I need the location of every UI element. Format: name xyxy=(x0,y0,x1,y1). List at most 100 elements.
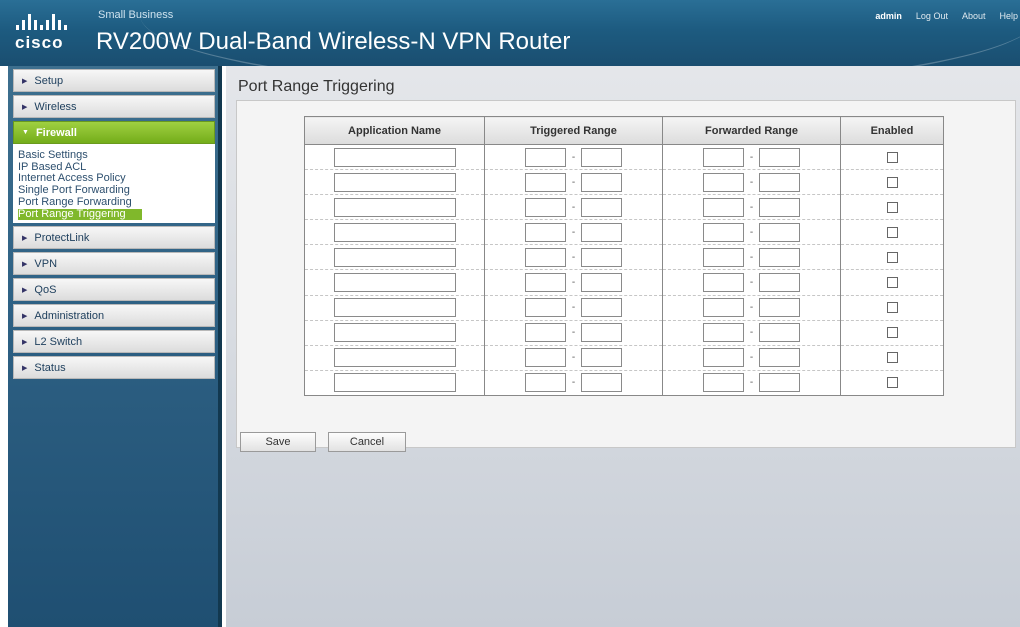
enabled-cell xyxy=(840,269,944,296)
forwarded-start-port-input[interactable] xyxy=(702,147,744,167)
logout-link[interactable]: Log Out xyxy=(916,11,948,21)
forwarded-start-port-input[interactable] xyxy=(702,298,744,318)
range-separator: - xyxy=(749,176,754,188)
table-row: -- xyxy=(304,169,944,196)
triggered-range-cell: - xyxy=(484,144,663,171)
triggered-start-port-input[interactable] xyxy=(524,348,566,368)
forwarded-end-port-input[interactable] xyxy=(759,298,801,318)
cancel-button[interactable]: Cancel xyxy=(328,432,406,452)
forwarded-start-port-input[interactable] xyxy=(702,247,744,267)
forwarded-end-port-input[interactable] xyxy=(759,323,801,343)
application-name-input[interactable] xyxy=(333,222,456,242)
nav-l2-switch[interactable]: ▶ L2 Switch xyxy=(13,330,215,354)
nav-protectlink[interactable]: ▶ ProtectLink xyxy=(13,226,215,250)
subnav-port-range-triggering[interactable]: Port Range Triggering xyxy=(18,208,142,221)
application-name-input[interactable] xyxy=(333,247,456,267)
triggered-end-port-input[interactable] xyxy=(581,247,623,267)
nav-firewall[interactable]: ▼ Firewall xyxy=(13,121,215,144)
table-row: -- xyxy=(304,320,944,346)
nav-qos[interactable]: ▶ QoS xyxy=(13,278,215,302)
enabled-checkbox[interactable] xyxy=(886,252,898,264)
nav-vpn[interactable]: ▶ VPN xyxy=(13,252,215,276)
triggered-start-port-input[interactable] xyxy=(524,298,566,318)
forwarded-end-port-input[interactable] xyxy=(759,222,801,242)
top-links: admin Log Out About Help xyxy=(875,11,1018,21)
triggered-end-port-input[interactable] xyxy=(581,273,623,293)
enabled-cell xyxy=(840,244,944,271)
nav-setup[interactable]: ▶ Setup xyxy=(13,69,215,92)
enabled-checkbox[interactable] xyxy=(886,201,898,213)
triggered-start-port-input[interactable] xyxy=(524,323,566,343)
forwarded-end-port-input[interactable] xyxy=(759,273,801,293)
application-name-input[interactable] xyxy=(333,273,456,293)
nav-status[interactable]: ▶ Status xyxy=(13,356,215,380)
forwarded-start-port-input[interactable] xyxy=(702,222,744,242)
right-arrow-icon: ▶ xyxy=(22,364,28,372)
right-arrow-icon: ▶ xyxy=(22,77,28,85)
triggered-start-port-input[interactable] xyxy=(524,222,566,242)
enabled-checkbox[interactable] xyxy=(886,377,898,389)
forwarded-start-port-input[interactable] xyxy=(702,197,744,217)
forwarded-end-port-input[interactable] xyxy=(759,197,801,217)
application-name-input[interactable] xyxy=(333,197,456,217)
range-separator: - xyxy=(571,251,576,263)
table-row: -- xyxy=(304,295,944,321)
application-name-input[interactable] xyxy=(333,298,456,318)
application-name-input[interactable] xyxy=(333,348,456,368)
triggered-start-port-input[interactable] xyxy=(524,373,566,393)
application-name-input[interactable] xyxy=(333,147,456,167)
triggered-start-port-input[interactable] xyxy=(524,147,566,167)
triggered-start-port-input[interactable] xyxy=(524,247,566,267)
forwarded-start-port-input[interactable] xyxy=(702,323,744,343)
nav-wireless[interactable]: ▶ Wireless xyxy=(13,95,215,118)
right-arrow-icon: ▶ xyxy=(22,286,28,294)
triggered-start-port-input[interactable] xyxy=(524,197,566,217)
enabled-cell xyxy=(840,345,944,371)
application-name-input[interactable] xyxy=(333,373,456,393)
enabled-checkbox[interactable] xyxy=(886,327,898,339)
forwarded-end-port-input[interactable] xyxy=(759,147,801,167)
triggered-end-port-input[interactable] xyxy=(581,222,623,242)
about-link[interactable]: About xyxy=(962,11,986,21)
range-separator: - xyxy=(571,151,576,163)
triggered-start-port-input[interactable] xyxy=(524,273,566,293)
nav-firewall-label: Firewall xyxy=(35,126,77,139)
application-name-input[interactable] xyxy=(333,323,456,343)
nav-administration-label: Administration xyxy=(34,309,105,322)
save-button[interactable]: Save xyxy=(240,432,316,452)
triggered-end-port-input[interactable] xyxy=(581,172,623,192)
right-arrow-icon: ▶ xyxy=(22,260,28,268)
triggered-end-port-input[interactable] xyxy=(581,373,623,393)
triggered-end-port-input[interactable] xyxy=(581,298,623,318)
forwarded-start-port-input[interactable] xyxy=(702,373,744,393)
triggered-end-port-input[interactable] xyxy=(581,348,623,368)
enabled-checkbox[interactable] xyxy=(886,226,898,238)
nav-administration[interactable]: ▶ Administration xyxy=(13,304,215,328)
forwarded-end-port-input[interactable] xyxy=(759,172,801,192)
app-name-cell xyxy=(304,295,485,321)
application-name-input[interactable] xyxy=(333,172,456,192)
right-arrow-icon: ▶ xyxy=(22,234,28,242)
forwarded-end-port-input[interactable] xyxy=(759,348,801,368)
subnav-port-range-forwarding[interactable]: Port Range Forwarding xyxy=(18,196,215,209)
enabled-checkbox[interactable] xyxy=(886,352,898,364)
triggered-end-port-input[interactable] xyxy=(581,197,623,217)
triggering-table: Application Name Triggered Range Forward… xyxy=(304,116,944,396)
help-link[interactable]: Help xyxy=(999,11,1018,21)
forwarded-start-port-input[interactable] xyxy=(702,273,744,293)
triggered-end-port-input[interactable] xyxy=(581,147,623,167)
forwarded-start-port-input[interactable] xyxy=(702,348,744,368)
enabled-checkbox[interactable] xyxy=(886,302,898,314)
cisco-wordmark: cisco xyxy=(15,33,64,52)
range-separator: - xyxy=(749,377,754,389)
forwarded-end-port-input[interactable] xyxy=(759,373,801,393)
triggered-end-port-input[interactable] xyxy=(581,323,623,343)
triggered-start-port-input[interactable] xyxy=(524,172,566,192)
subnav-basic-settings[interactable]: Basic Settings xyxy=(18,149,215,162)
forwarded-end-port-input[interactable] xyxy=(759,247,801,267)
forwarded-start-port-input[interactable] xyxy=(702,172,744,192)
enabled-checkbox[interactable] xyxy=(886,151,898,163)
enabled-checkbox[interactable] xyxy=(886,176,898,188)
range-separator: - xyxy=(749,352,754,364)
enabled-checkbox[interactable] xyxy=(886,277,898,289)
